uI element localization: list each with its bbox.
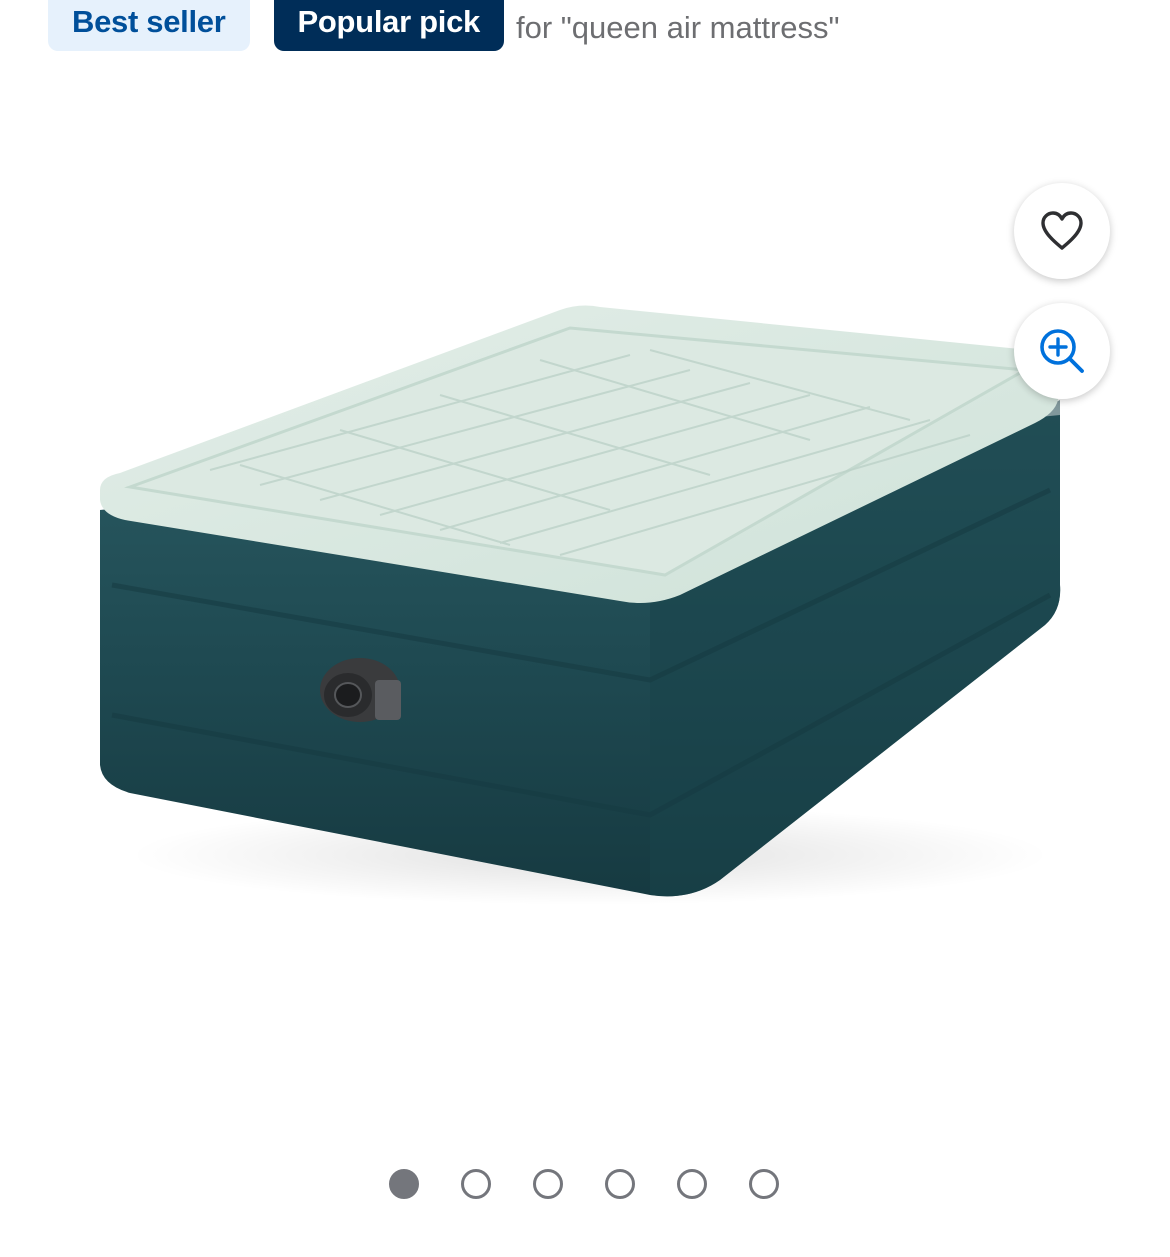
carousel-dot-3[interactable] <box>533 1169 563 1199</box>
zoom-button[interactable] <box>1014 303 1110 399</box>
product-image[interactable] <box>90 295 1070 915</box>
carousel-dot-6[interactable] <box>749 1169 779 1199</box>
best-seller-label: Best seller <box>72 3 226 39</box>
zoom-in-icon <box>1040 329 1084 373</box>
badge-row: Best seller Popular pick for "queen air … <box>48 0 840 51</box>
best-seller-badge: Best seller <box>48 0 250 51</box>
favorite-button[interactable] <box>1014 183 1110 279</box>
popular-pick-context: for "queen air mattress" <box>515 9 840 45</box>
popular-pick-label: Popular pick <box>297 3 481 39</box>
carousel-dot-5[interactable] <box>677 1169 707 1199</box>
carousel-dot-2[interactable] <box>461 1169 491 1199</box>
heart-icon <box>1041 211 1083 250</box>
popular-pick-badge: Popular pick <box>273 0 504 51</box>
carousel-dot-4[interactable] <box>605 1169 635 1199</box>
carousel-pagination <box>389 1169 779 1199</box>
carousel-dot-1[interactable] <box>389 1169 419 1199</box>
